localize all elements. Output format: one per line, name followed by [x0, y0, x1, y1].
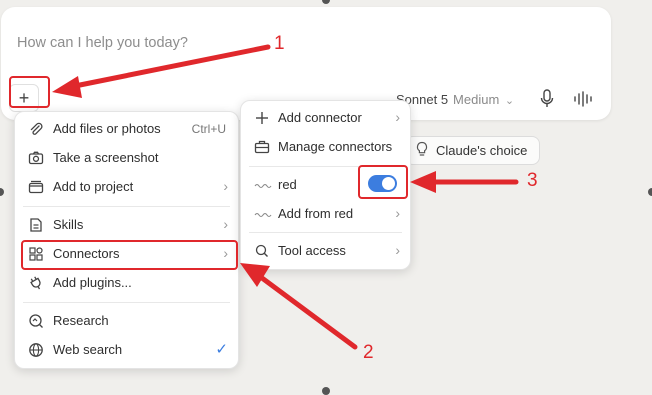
menu-item-tool-access[interactable]: Tool access ›	[241, 238, 410, 264]
skills-icon	[28, 217, 44, 233]
menu-item-research[interactable]: Research	[15, 308, 238, 334]
menu-item-label: Research	[53, 313, 109, 328]
shortcut-label: Ctrl+U	[191, 122, 226, 136]
menu-item-add-to-project[interactable]: Add to project ›	[15, 174, 238, 200]
suggestion-label: Claude's choice	[436, 143, 528, 158]
plug-icon	[28, 275, 44, 291]
selection-handle	[648, 188, 652, 196]
lightbulb-icon	[415, 141, 429, 160]
chevron-right-icon: ›	[395, 109, 400, 125]
menu-item-label: Add files or photos	[53, 121, 161, 136]
annotation-number-2: 2	[363, 342, 374, 363]
chevron-down-icon: ⌄	[504, 95, 515, 107]
highlight-box-connectors	[21, 240, 238, 270]
menu-item-skills[interactable]: Skills ›	[15, 212, 238, 238]
menu-item-label: Add to project	[53, 179, 134, 194]
menu-item-add-from-red[interactable]: Add from red ›	[241, 201, 410, 227]
chevron-right-icon: ›	[223, 216, 228, 232]
menu-item-label: red	[278, 177, 297, 192]
microphone-icon[interactable]	[539, 89, 555, 109]
selection-handle	[322, 387, 330, 395]
voice-mode-icon[interactable]	[573, 90, 595, 108]
folder-icon	[28, 179, 44, 195]
annotation-number-3: 3	[527, 170, 538, 191]
menu-item-label: Web search	[53, 342, 123, 357]
menu-item-label: Tool access	[278, 243, 346, 258]
menu-item-add-files[interactable]: Add files or photos Ctrl+U	[15, 116, 238, 142]
menu-item-label: Manage connectors	[278, 139, 393, 154]
menu-item-manage-connectors[interactable]: Manage connectors	[241, 134, 410, 160]
globe-icon	[28, 342, 44, 358]
annotation-number-1: 1	[274, 33, 285, 54]
highlight-box-plus	[9, 76, 50, 108]
menu-item-add-plugins[interactable]: Add plugins...	[15, 270, 238, 296]
plus-icon	[254, 110, 270, 126]
chevron-right-icon: ›	[223, 178, 228, 194]
paperclip-icon	[28, 121, 44, 137]
menu-item-add-connector[interactable]: Add connector ›	[241, 105, 410, 131]
red-logo-icon	[254, 206, 272, 222]
highlight-box-toggle	[358, 165, 408, 199]
model-selector[interactable]: Sonnet 5 Medium ⌄	[396, 92, 514, 107]
selection-handle	[322, 0, 330, 4]
checkmark-icon: ✓	[215, 341, 228, 358]
menu-item-web-search[interactable]: Web search ✓	[15, 337, 238, 363]
menu-item-label: Add from red	[278, 206, 354, 221]
menu-divider	[23, 302, 230, 303]
selection-handle	[0, 188, 4, 196]
search-icon	[254, 243, 270, 259]
menu-item-label: Skills	[53, 217, 84, 232]
suggestion-chip[interactable]: Claude's choice	[405, 136, 540, 165]
chevron-right-icon: ›	[395, 205, 400, 221]
briefcase-icon	[254, 139, 270, 155]
model-effort: Medium	[453, 92, 500, 107]
menu-item-label: Take a screenshot	[53, 150, 159, 165]
red-logo-icon	[254, 177, 272, 193]
camera-icon	[28, 150, 44, 166]
chevron-right-icon: ›	[395, 242, 400, 258]
menu-item-label: Add plugins...	[53, 275, 132, 290]
menu-item-screenshot[interactable]: Take a screenshot	[15, 145, 238, 171]
menu-divider	[249, 232, 402, 233]
research-icon	[28, 313, 44, 329]
menu-divider	[23, 206, 230, 207]
menu-item-label: Add connector	[278, 110, 362, 125]
prompt-input[interactable]: How can I help you today?	[17, 35, 188, 51]
